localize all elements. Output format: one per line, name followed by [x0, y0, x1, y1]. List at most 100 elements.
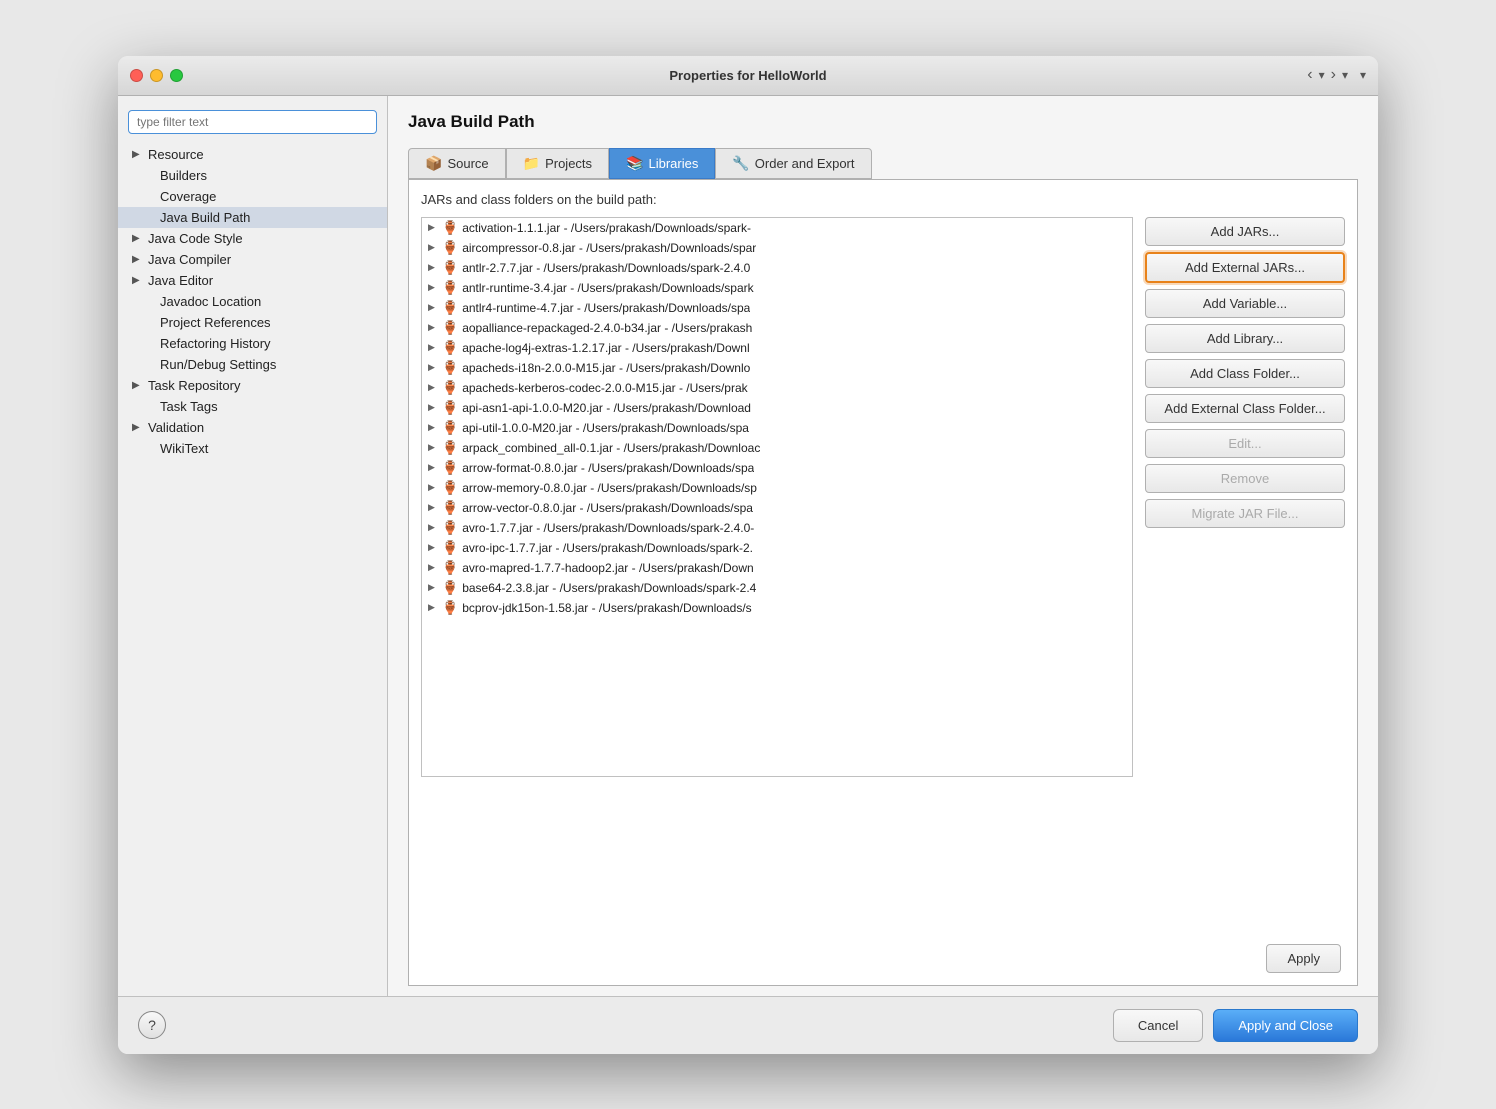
expand-arrow-icon: ▶ — [428, 382, 438, 393]
tab-libraries[interactable]: 📚Libraries — [609, 148, 715, 179]
list-item[interactable]: ▶🏺apacheds-i18n-2.0.0-M15.jar - /Users/p… — [422, 358, 1132, 378]
back-dropdown-icon[interactable]: ▾ — [1319, 68, 1325, 82]
add-class-folder-button[interactable]: Add Class Folder... — [1145, 359, 1345, 388]
list-item[interactable]: ▶ 🏺 antlr4-runtime-4.7.jar - /Users/prakas… — [422, 298, 1132, 318]
sidebar-item-builders[interactable]: Builders — [118, 165, 387, 186]
jar-icon: 🏺 — [442, 300, 458, 316]
list-item[interactable]: ▶🏺arpack_combined_all-0.1.jar - /Users/p… — [422, 438, 1132, 458]
list-item[interactable]: ▶🏺base64-2.3.8.jar - /Users/prakash/Down… — [422, 578, 1132, 598]
list-item[interactable]: ▶🏺aircompressor-0.8.jar - /Users/prakash… — [422, 238, 1132, 258]
tab-icon-projects: 📁 — [523, 155, 540, 172]
sidebar-item-run-debug-settings[interactable]: Run/Debug Settings — [118, 354, 387, 375]
sidebar-item-java-editor[interactable]: ▶Java Editor — [118, 270, 387, 291]
tab-label-order-export: Order and Export — [755, 156, 855, 171]
expand-arrow-icon: ▶ — [132, 380, 144, 391]
tab-projects[interactable]: 📁 Projects — [506, 148, 609, 179]
apply-button[interactable]: Apply — [1266, 944, 1341, 973]
add-external-jars-button[interactable]: Add External JARs... — [1145, 252, 1345, 283]
jar-name-label: apacheds-i18n-2.0.0-M15.jar - /Users/pra… — [462, 361, 750, 375]
expand-arrow-icon: ▶ — [132, 149, 144, 160]
sidebar-item-java-code-style[interactable]: ▶Java Code Style — [118, 228, 387, 249]
list-item[interactable]: ▶🏺antlr-2.7.7.jar - /Users/prakash/Downl… — [422, 258, 1132, 278]
list-item[interactable]: ▶🏺api-util-1.0.0-M20.jar - /Users/prakas… — [422, 418, 1132, 438]
jar-name-label: apache-log4j-extras-1.2.17.jar - /Users/… — [462, 341, 749, 355]
help-button[interactable]: ? — [138, 1011, 166, 1039]
nav-menu-icon[interactable]: ▾ — [1360, 68, 1366, 82]
properties-window: Properties for HelloWorld ‹ ▾ › ▾ ▾ ▶Res… — [118, 56, 1378, 1054]
list-item[interactable]: ▶🏺apache-log4j-extras-1.2.17.jar - /User… — [422, 338, 1132, 358]
jar-icon: 🏺 — [442, 560, 458, 576]
expand-arrow-icon: ▶ — [428, 602, 438, 613]
expand-arrow-icon: ▶ — [428, 562, 438, 573]
add-variable-button[interactable]: Add Variable... — [1145, 289, 1345, 318]
jar-icon: 🏺 — [442, 540, 458, 556]
sidebar-item-label: Refactoring History — [160, 336, 271, 351]
sidebar-item-refactoring-history[interactable]: Refactoring History — [118, 333, 387, 354]
sidebar-item-task-tags[interactable]: Task Tags — [118, 396, 387, 417]
jar-icon: 🏺 — [442, 220, 458, 236]
sidebar-item-wikitext[interactable]: WikiText — [118, 438, 387, 459]
tab-icon-order-export: 🔧 — [732, 155, 749, 172]
back-arrow-icon[interactable]: ‹ — [1307, 66, 1312, 84]
list-item[interactable]: ▶🏺antlr-runtime-3.4.jar - /Users/prakash… — [422, 278, 1132, 298]
jar-icon: 🏺 — [442, 380, 458, 396]
tab-order-export[interactable]: 🔧 Order and Export — [715, 148, 871, 179]
jar-icon: 🏺 — [442, 260, 458, 276]
maximize-button[interactable] — [170, 69, 183, 82]
list-item[interactable]: ▶🏺bcprov-jdk15on-1.58.jar - /Users/praka… — [422, 598, 1132, 618]
cancel-button[interactable]: Cancel — [1113, 1009, 1203, 1042]
expand-arrow-icon: ▶ — [428, 422, 438, 433]
jar-name-label: api-asn1-api-1.0.0-M20.jar - /Users/prak… — [462, 401, 751, 415]
sidebar-item-label: Java Code Style — [148, 231, 243, 246]
list-item[interactable]: ▶🏺arrow-memory-0.8.0.jar - /Users/prakas… — [422, 478, 1132, 498]
sidebar-item-java-build-path[interactable]: Java Build Path — [118, 207, 387, 228]
sidebar-item-label: Run/Debug Settings — [160, 357, 276, 372]
minimize-button[interactable] — [150, 69, 163, 82]
build-path-body: ▶🏺activation-1.1.1.jar - /Users/prakash/… — [421, 217, 1345, 934]
expand-arrow-icon: ▶ — [132, 254, 144, 265]
list-item[interactable]: ▶🏺arrow-format-0.8.0.jar - /Users/prakas… — [422, 458, 1132, 478]
expand-arrow-icon: ▶ — [428, 302, 438, 313]
sidebar-item-resource[interactable]: ▶Resource — [118, 144, 387, 165]
jar-name-label: arrow-format-0.8.0.jar - /Users/prakash/… — [462, 461, 754, 475]
add-jars-button[interactable]: Add JARs... — [1145, 217, 1345, 246]
forward-dropdown-icon[interactable]: ▾ — [1342, 68, 1348, 82]
expand-arrow-icon: ▶ — [428, 502, 438, 513]
jar-name-label: antlr4-runtime-4.7.jar - /Users/prakash/… — [462, 301, 750, 315]
tab-label-projects: Projects — [545, 156, 592, 171]
sidebar-item-validation[interactable]: ▶Validation — [118, 417, 387, 438]
jar-icon: 🏺 — [442, 500, 458, 516]
expand-arrow-icon: ▶ — [428, 442, 438, 453]
list-item[interactable]: ▶🏺activation-1.1.1.jar - /Users/prakash/… — [422, 218, 1132, 238]
close-button[interactable] — [130, 69, 143, 82]
sidebar: ▶ResourceBuilders Coverage Java Build Path… — [118, 96, 388, 996]
tabs-list: 📦Source 📁 Projects 📚Libraries 🔧 Order and Exp… — [408, 148, 872, 179]
jar-icon: 🏺 — [442, 360, 458, 376]
sidebar-item-java-compiler[interactable]: ▶ Java Compiler — [118, 249, 387, 270]
list-item[interactable]: ▶🏺avro-mapred-1.7.7-hadoop2.jar - /Users… — [422, 558, 1132, 578]
add-external-class-folder-button[interactable]: Add External Class Folder... — [1145, 394, 1345, 423]
expand-arrow-icon: ▶ — [428, 402, 438, 413]
sidebar-item-label: Java Editor — [148, 273, 213, 288]
list-item[interactable]: ▶🏺apacheds-kerberos-codec-2.0.0-M15.jar … — [422, 378, 1132, 398]
forward-arrow-icon[interactable]: › — [1331, 66, 1336, 84]
sidebar-item-javadoc-location[interactable]: Javadoc Location — [118, 291, 387, 312]
sidebar-item-project-references[interactable]: Project References — [118, 312, 387, 333]
expand-arrow-icon: ▶ — [428, 522, 438, 533]
search-input[interactable] — [128, 110, 377, 134]
list-item[interactable]: ▶🏺arrow-vector-0.8.0.jar - /Users/prakas… — [422, 498, 1132, 518]
list-item[interactable]: ▶🏺api-asn1-api-1.0.0-M20.jar - /Users/pr… — [422, 398, 1132, 418]
list-item[interactable]: ▶🏺aopalliance-repackaged-2.4.0-b34.jar -… — [422, 318, 1132, 338]
list-item[interactable]: ▶🏺avro-ipc-1.7.7.jar - /Users/prakash/Do… — [422, 538, 1132, 558]
list-item[interactable]: ▶🏺avro-1.7.7.jar - /Users/prakash/Downlo… — [422, 518, 1132, 538]
jar-list[interactable]: ▶🏺activation-1.1.1.jar - /Users/prakash/… — [421, 217, 1133, 777]
apply-and-close-button[interactable]: Apply and Close — [1213, 1009, 1358, 1042]
sidebar-item-label: Java Compiler — [148, 252, 231, 267]
tab-source[interactable]: 📦Source — [408, 148, 506, 179]
sidebar-item-label: Coverage — [160, 189, 216, 204]
jar-icon: 🏺 — [442, 340, 458, 356]
add-library-button[interactable]: Add Library... — [1145, 324, 1345, 353]
sidebar-item-task-repository[interactable]: ▶Task Repository — [118, 375, 387, 396]
jar-name-label: base64-2.3.8.jar - /Users/prakash/Downlo… — [462, 581, 756, 595]
sidebar-item-coverage[interactable]: Coverage — [118, 186, 387, 207]
